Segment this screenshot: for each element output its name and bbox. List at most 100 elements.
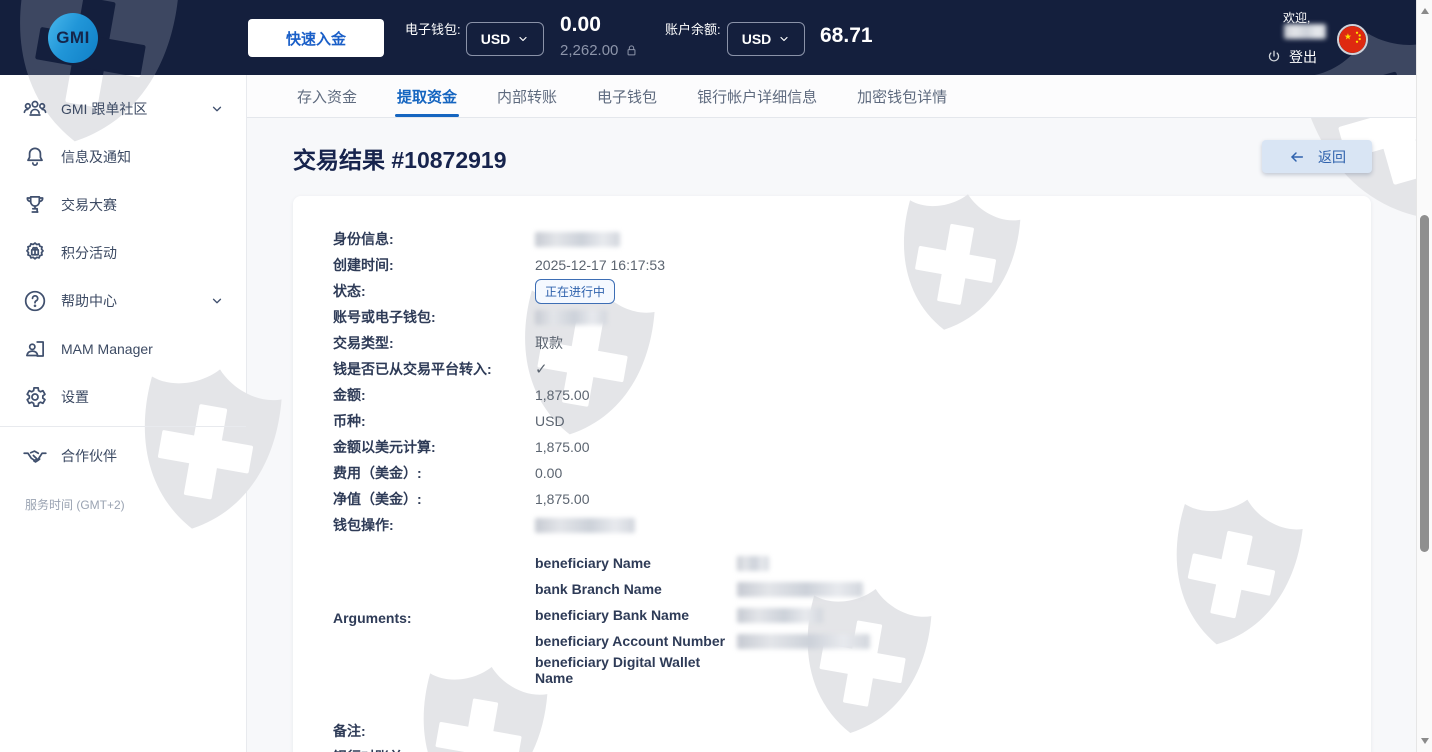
argument-label: bank Branch Name <box>535 581 737 597</box>
back-button-label: 返回 <box>1318 147 1346 167</box>
row-value: 2025-12-17 16:17:53 <box>535 257 665 273</box>
gmi-logo[interactable]: GMI <box>48 13 98 63</box>
logout-label: 登出 <box>1289 47 1317 67</box>
sidebar-nav: GMI 跟单社区 信息及通知 交易大赛 积分活动 帮助中心 MAM Manage… <box>0 75 247 752</box>
sidebar-item-points-activity[interactable]: 积分活动 <box>0 229 246 277</box>
sidebar-item-label: 交易大赛 <box>61 195 117 215</box>
account-currency-select[interactable]: USD <box>727 22 805 56</box>
sidebar-item-help-center[interactable]: 帮助中心 <box>0 277 246 325</box>
quick-deposit-button[interactable]: 快速入金 <box>248 19 384 57</box>
row-label: 创建时间: <box>333 255 535 275</box>
detail-row-net-usd: 净值（美金）: 1,875.00 <box>333 486 1331 512</box>
detail-row-wallet-operation: 钱包操作: <box>333 512 1331 538</box>
row-label: 费用（美金）: <box>333 463 535 483</box>
sidebar-item-trading-contest[interactable]: 交易大赛 <box>0 181 246 229</box>
detail-row-amount: 金额: 1,875.00 <box>333 382 1331 408</box>
redacted-value <box>535 310 607 325</box>
sidebar-item-label: MAM Manager <box>61 341 153 357</box>
sidebar-item-partners[interactable]: 合作伙伴 <box>0 432 246 480</box>
gmi-logo-text: GMI <box>56 28 90 48</box>
tab-deposit-funds[interactable]: 存入资金 <box>295 75 359 117</box>
logout-button[interactable]: 登出 <box>1266 47 1317 67</box>
detail-row-fee-usd: 费用（美金）: 0.00 <box>333 460 1331 486</box>
sidebar-item-label: GMI 跟单社区 <box>61 99 147 119</box>
ewallet-label: 电子钱包: <box>405 21 461 38</box>
tab-bank-account-details[interactable]: 银行帐户详细信息 <box>695 75 819 117</box>
argument-label: beneficiary Account Number <box>535 633 737 649</box>
chevron-down-icon <box>210 102 224 116</box>
tab-internal-transfer[interactable]: 内部转账 <box>495 75 559 117</box>
row-value: 取款 <box>535 333 563 353</box>
row-label: 钱包操作: <box>333 515 535 535</box>
argument-label: beneficiary Name <box>535 555 737 571</box>
row-label: 交易类型: <box>333 333 535 353</box>
tab-withdraw-funds[interactable]: 提取资金 <box>395 75 459 117</box>
sidebar-item-label: 积分活动 <box>61 243 117 263</box>
transaction-detail-card: 身份信息: 创建时间: 2025-12-17 16:17:53 状态: 正在进行… <box>293 196 1371 752</box>
china-flag-avatar[interactable] <box>1337 24 1368 55</box>
redacted-username <box>1284 24 1326 39</box>
detail-row-identity: 身份信息: <box>333 226 1331 252</box>
account-currency-value: USD <box>742 31 772 47</box>
redacted-value <box>737 556 769 571</box>
argument-row-beneficiary-account-number: beneficiary Account Number <box>535 628 870 654</box>
argument-row-beneficiary-digital-wallet-name: beneficiary Digital Wallet Name <box>535 654 870 686</box>
detail-row-currency: 币种: USD <box>333 408 1331 434</box>
row-label: 备注: <box>333 721 535 741</box>
scrollbar-down-arrow-icon[interactable] <box>1421 738 1429 744</box>
detail-row-bank-statement: 银行对账单: 235465.png <box>333 744 1331 752</box>
page-title: 交易结果 #10872919 <box>293 141 507 175</box>
ewallet-currency-value: USD <box>481 31 511 47</box>
sidebar-item-label: 帮助中心 <box>61 291 117 311</box>
row-value: 1,875.00 <box>535 491 590 507</box>
redacted-value <box>737 608 823 623</box>
account-balance-label: 账户余额: <box>665 21 721 38</box>
handshake-icon <box>22 443 48 469</box>
power-icon <box>1266 49 1282 65</box>
row-label: 状态: <box>333 281 535 301</box>
row-value: 1,875.00 <box>535 387 590 403</box>
row-label: 钱是否已从交易平台转入: <box>333 359 535 379</box>
detail-row-status: 状态: 正在进行中 <box>333 278 1331 304</box>
detail-row-created-time: 创建时间: 2025-12-17 16:17:53 <box>333 252 1331 278</box>
argument-label: beneficiary Bank Name <box>535 607 737 623</box>
redacted-value <box>737 582 863 597</box>
arguments-list: beneficiary Name bank Branch Name benefi… <box>535 550 870 686</box>
sidebar-divider <box>0 426 246 427</box>
sidebar-item-copy-community[interactable]: GMI 跟单社区 <box>0 85 246 133</box>
row-label: 身份信息: <box>333 229 535 249</box>
ewallet-currency-select[interactable]: USD <box>466 22 544 56</box>
row-label: 币种: <box>333 411 535 431</box>
ewallet-balance-main: 0.00 <box>560 13 601 37</box>
sidebar-item-settings[interactable]: 设置 <box>0 373 246 421</box>
people-icon <box>22 96 48 122</box>
scrollbar-up-arrow-icon[interactable] <box>1421 8 1429 14</box>
vertical-scrollbar[interactable] <box>1416 0 1432 752</box>
argument-row-beneficiary-bank-name: beneficiary Bank Name <box>535 602 870 628</box>
row-label: 金额以美元计算: <box>333 437 535 457</box>
sidebar-item-label: 信息及通知 <box>61 147 131 167</box>
tab-crypto-wallet-details[interactable]: 加密钱包详情 <box>855 75 949 117</box>
gift-icon <box>22 240 48 266</box>
detail-row-transaction-type: 交易类型: 取款 <box>333 330 1331 356</box>
argument-label: beneficiary Digital Wallet Name <box>535 654 737 686</box>
funds-tabbar: 存入资金 提取资金 内部转账 电子钱包 银行帐户详细信息 加密钱包详情 <box>247 75 1416 118</box>
sidebar-item-notifications[interactable]: 信息及通知 <box>0 133 246 181</box>
redacted-value <box>535 232 620 247</box>
chevron-down-icon <box>517 33 529 45</box>
sidebar-item-label: 设置 <box>61 387 89 407</box>
argument-row-bank-branch-name: bank Branch Name <box>535 576 870 602</box>
row-label: 金额: <box>333 385 535 405</box>
back-button[interactable]: 返回 <box>1262 140 1372 173</box>
scrollbar-thumb[interactable] <box>1420 215 1429 552</box>
detail-row-account-or-ewallet: 账号或电子钱包: <box>333 304 1331 330</box>
tab-ewallet[interactable]: 电子钱包 <box>595 75 659 117</box>
row-label: 净值（美金）: <box>333 489 535 509</box>
bell-icon <box>22 144 48 170</box>
manager-icon <box>22 336 48 362</box>
row-label: 银行对账单: <box>333 747 535 752</box>
arguments-section: Arguments: beneficiary Name bank Branch … <box>333 550 1331 686</box>
sidebar-item-mam-manager[interactable]: MAM Manager <box>0 325 246 373</box>
service-time-note: 服务时间 (GMT+2) <box>25 496 246 513</box>
chevron-down-icon <box>210 294 224 308</box>
